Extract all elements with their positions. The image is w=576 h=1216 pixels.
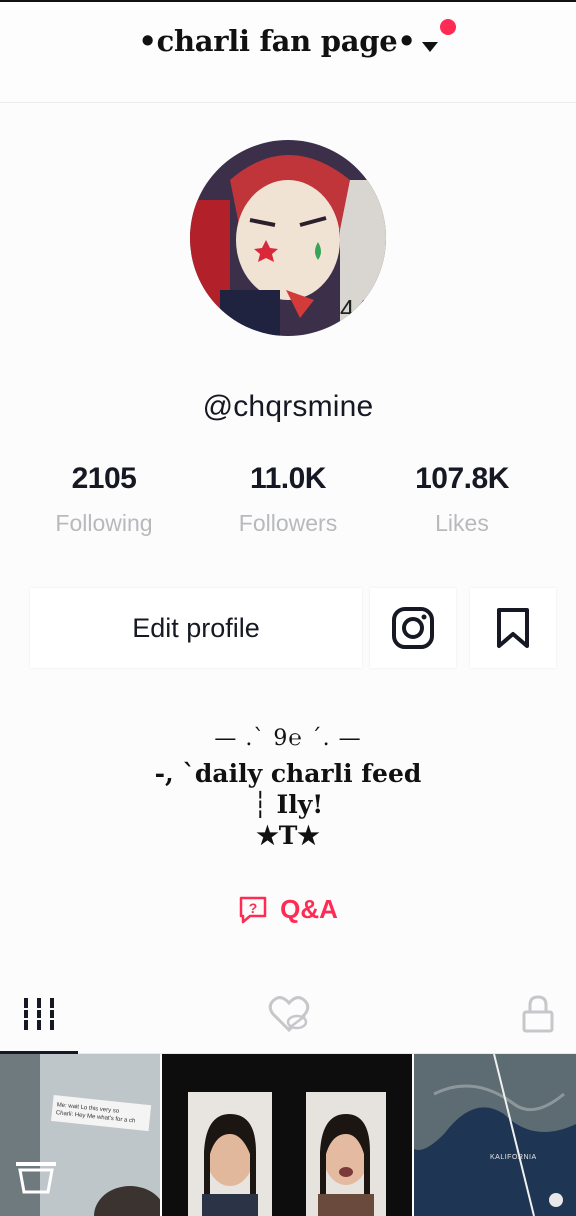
followers-count: 11.0K xyxy=(250,462,326,495)
map-label: KALIFORNIA xyxy=(490,1154,537,1161)
video-thumbnail[interactable]: Me: wait Lo this very so Charli: Hey Me … xyxy=(0,1054,160,1216)
edit-profile-button[interactable]: Edit profile xyxy=(30,588,362,668)
instagram-button[interactable] xyxy=(370,588,456,668)
avatar-image: 44 xyxy=(190,140,386,336)
video-thumbnail[interactable]: KALIFORNIA xyxy=(414,1054,576,1216)
bio-line-4: ★T★ xyxy=(256,821,320,850)
stat-likes[interactable]: 107.8K Likes xyxy=(372,462,552,537)
svg-text:?: ? xyxy=(249,900,258,916)
top-bar: •charli fan page• xyxy=(0,0,576,103)
lock-icon xyxy=(522,995,554,1033)
bio: — .` 9℮ ´. — -, `daily charli feed ┆ Ily… xyxy=(0,725,576,850)
followers-label: Followers xyxy=(238,510,338,536)
username: @chqrsmine xyxy=(202,390,374,423)
stat-following[interactable]: 2105 Following xyxy=(14,462,194,537)
favorites-button[interactable] xyxy=(470,588,556,668)
following-count: 2105 xyxy=(71,462,137,495)
stat-followers[interactable]: 11.0K Followers xyxy=(198,462,378,537)
tab-liked[interactable] xyxy=(249,975,329,1053)
tab-videos[interactable] xyxy=(0,975,78,1054)
qa-label: Q&A xyxy=(280,894,338,924)
following-label: Following xyxy=(55,510,153,536)
qa-icon: ? xyxy=(239,896,267,923)
tab-private[interactable] xyxy=(500,975,576,1053)
likes-count: 107.8K xyxy=(415,462,509,495)
chevron-down-icon xyxy=(421,41,438,52)
notification-dot xyxy=(440,19,456,35)
video-grid: Me: wait Lo this very so Charli: Hey Me … xyxy=(0,1054,576,1216)
likes-label: Likes xyxy=(435,510,489,536)
qa-link[interactable]: ? Q&A xyxy=(0,894,576,925)
instagram-icon xyxy=(392,607,434,649)
avatar[interactable]: 44 xyxy=(190,140,386,336)
bio-line-1: — .` 9℮ ´. — xyxy=(214,726,362,751)
svg-text:44: 44 xyxy=(340,294,369,324)
profile-tabs xyxy=(0,975,576,1054)
video-thumbnail[interactable] xyxy=(162,1054,412,1216)
account-switcher[interactable]: •charli fan page• xyxy=(0,24,576,58)
liked-hidden-icon xyxy=(268,996,310,1033)
bio-line-2: -, `daily charli feed xyxy=(154,759,422,788)
bio-line-3: ┆ Ily! xyxy=(252,790,324,819)
grid-icon xyxy=(22,998,56,1030)
bookmark-icon xyxy=(497,608,529,648)
account-name: •charli fan page• xyxy=(138,24,416,58)
